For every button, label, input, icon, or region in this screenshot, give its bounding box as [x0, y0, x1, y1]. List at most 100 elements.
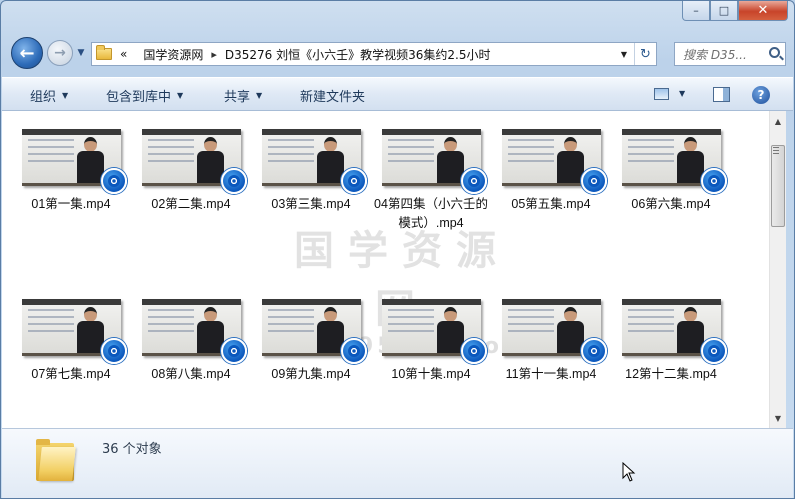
breadcrumb-current[interactable]: D35276 刘恒《小六壬》教学视频36集约2.5小时 [225, 46, 491, 63]
video-thumbnail[interactable] [382, 299, 487, 364]
whiteboard-writing [28, 139, 74, 169]
explorer-window: – □ ✕ ← → ▼ « 国学资源网 ▸ D35276 刘恒《小六壬》教学视频… [0, 0, 795, 499]
whiteboard-writing [388, 309, 434, 339]
include-in-library-menu[interactable]: 包含到库中 ▼ [106, 78, 183, 112]
change-view-icon[interactable] [654, 88, 669, 100]
mouse-cursor-icon [622, 462, 636, 482]
video-player-icon [461, 168, 487, 194]
file-name[interactable]: 09第九集.mp4 [252, 365, 370, 384]
file-name[interactable]: 08第八集.mp4 [132, 365, 250, 384]
file-item[interactable]: 05第五集.mp4 [492, 111, 607, 241]
minimize-button[interactable]: – [682, 1, 710, 21]
file-item[interactable]: 12第十二集.mp4 [612, 281, 727, 411]
share-menu[interactable]: 共享 ▼ [224, 78, 262, 112]
file-name[interactable]: 03第三集.mp4 [252, 195, 370, 214]
new-folder-label: 新建文件夹 [300, 89, 366, 105]
maximize-button[interactable]: □ [710, 1, 738, 21]
video-thumbnail[interactable] [382, 129, 487, 194]
file-name[interactable]: 01第一集.mp4 [12, 195, 130, 214]
video-thumbnail[interactable] [262, 129, 367, 194]
chevron-down-icon: ▼ [177, 90, 184, 100]
breadcrumb-root[interactable]: 国学资源网 [143, 46, 203, 63]
search-icon[interactable] [769, 47, 780, 58]
whiteboard-writing [628, 309, 674, 339]
scroll-thumb[interactable] [771, 145, 785, 227]
breadcrumb-overflow[interactable]: « [120, 47, 127, 61]
file-item[interactable]: 03第三集.mp4 [252, 111, 367, 241]
scroll-up-icon[interactable]: ▲ [770, 113, 786, 129]
file-name[interactable]: 02第二集.mp4 [132, 195, 250, 214]
file-name[interactable]: 05第五集.mp4 [492, 195, 610, 214]
address-bar[interactable]: « 国学资源网 ▸ D35276 刘恒《小六壬》教学视频36集约2.5小时 ▼ … [91, 42, 657, 66]
file-name[interactable]: 10第十集.mp4 [372, 365, 490, 384]
new-folder-button[interactable]: 新建文件夹 [300, 78, 365, 112]
presenter [557, 137, 584, 183]
close-button[interactable]: ✕ [738, 1, 788, 21]
help-icon[interactable]: ? [752, 86, 770, 104]
video-player-icon [581, 338, 607, 364]
presenter [437, 137, 464, 183]
vertical-scrollbar[interactable]: ▲ ▼ [769, 111, 786, 428]
file-item[interactable]: 07第七集.mp4 [12, 281, 127, 411]
video-thumbnail[interactable] [502, 299, 607, 364]
video-thumbnail[interactable] [622, 129, 727, 194]
file-name[interactable]: 06第六集.mp4 [612, 195, 730, 214]
video-player-icon [581, 168, 607, 194]
share-label: 共享 [224, 89, 251, 105]
presenter [77, 307, 104, 353]
video-thumbnail[interactable] [142, 129, 247, 194]
file-item[interactable]: 08第八集.mp4 [132, 281, 247, 411]
organize-label: 组织 [30, 89, 57, 105]
video-thumbnail[interactable] [502, 129, 607, 194]
file-item[interactable]: 02第二集.mp4 [132, 111, 247, 241]
presenter [77, 137, 104, 183]
file-item[interactable]: 01第一集.mp4 [12, 111, 127, 241]
file-item[interactable]: 09第九集.mp4 [252, 281, 367, 411]
back-button[interactable]: ← [11, 37, 43, 69]
video-player-icon [101, 168, 127, 194]
video-player-icon [341, 338, 367, 364]
address-dropdown-icon[interactable]: ▼ [616, 43, 632, 65]
file-name[interactable]: 12第十二集.mp4 [612, 365, 730, 384]
video-thumbnail[interactable] [622, 299, 727, 364]
video-player-icon [221, 338, 247, 364]
video-thumbnail[interactable] [22, 299, 127, 364]
folder-icon [36, 439, 76, 481]
presenter [677, 137, 704, 183]
caption-buttons: – □ ✕ [682, 1, 788, 23]
file-item[interactable]: 11第十一集.mp4 [492, 281, 607, 411]
file-name[interactable]: 11第十一集.mp4 [492, 365, 610, 384]
video-player-icon [701, 168, 727, 194]
video-player-icon [461, 338, 487, 364]
folder-icon [96, 45, 112, 60]
presenter [677, 307, 704, 353]
video-thumbnail[interactable] [262, 299, 367, 364]
recent-pages-dropdown[interactable]: ▼ [75, 45, 87, 61]
file-item[interactable]: 10第十集.mp4 [372, 281, 487, 411]
video-thumbnail[interactable] [22, 129, 127, 194]
forward-button[interactable]: → [47, 40, 73, 66]
scroll-down-icon[interactable]: ▼ [770, 410, 786, 426]
refresh-button[interactable]: ↻ [634, 43, 656, 65]
include-library-label: 包含到库中 [106, 89, 172, 105]
navigation-bar: ← → ▼ « 国学资源网 ▸ D35276 刘恒《小六壬》教学视频36集约2.… [9, 37, 786, 69]
search-input[interactable]: 搜索 D35... [674, 42, 786, 66]
file-name[interactable]: 07第七集.mp4 [12, 365, 130, 384]
presenter [197, 137, 224, 183]
presenter [317, 307, 344, 353]
breadcrumb-separator-icon[interactable]: ▸ [211, 48, 217, 61]
whiteboard-writing [268, 139, 314, 169]
preview-pane-icon[interactable] [713, 87, 730, 102]
whiteboard-writing [148, 139, 194, 169]
file-item[interactable]: 04第四集（小六壬的模式）.mp4 [372, 111, 488, 241]
file-name[interactable]: 04第四集（小六壬的模式）.mp4 [372, 195, 490, 233]
file-list: 国学资源网 www.95959.com 01第一集.mp402第二集.mp403… [2, 111, 769, 428]
whiteboard-writing [388, 139, 434, 169]
organize-menu[interactable]: 组织 ▼ [30, 78, 68, 112]
view-options-dropdown[interactable]: ▼ [679, 89, 685, 98]
video-thumbnail[interactable] [142, 299, 247, 364]
whiteboard-writing [508, 139, 554, 169]
chevron-down-icon: ▼ [62, 90, 69, 100]
video-player-icon [701, 338, 727, 364]
file-item[interactable]: 06第六集.mp4 [612, 111, 727, 241]
